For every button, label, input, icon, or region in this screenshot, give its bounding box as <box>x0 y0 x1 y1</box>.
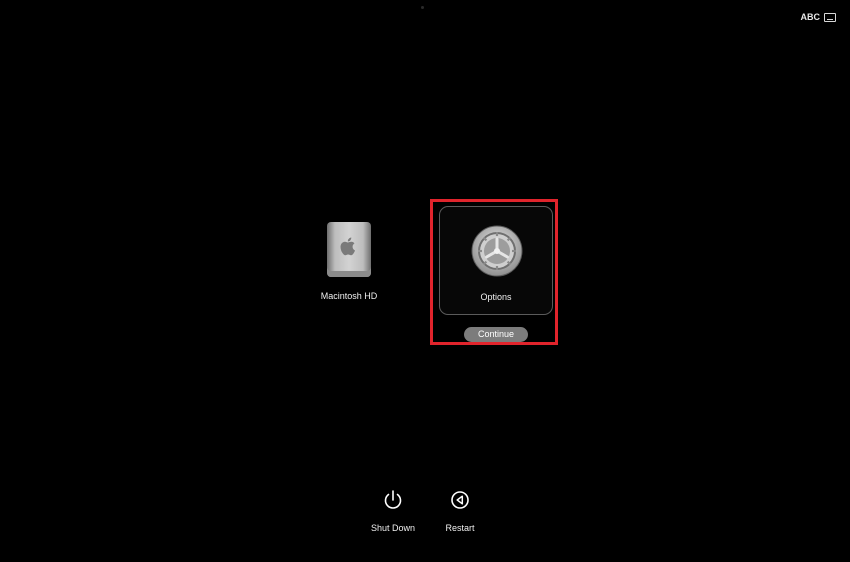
options-label: Options <box>480 292 512 302</box>
volume-macintosh-hd[interactable]: Macintosh HD <box>320 222 378 301</box>
restart-label: Restart <box>445 523 475 533</box>
camera-dot <box>421 6 424 9</box>
options-tile[interactable]: Options <box>439 206 553 315</box>
startup-options-screen: ABC Macintosh HD Options Continue Shut D… <box>0 0 850 562</box>
hard-disk-icon <box>327 222 371 277</box>
input-source-label: ABC <box>800 12 821 22</box>
input-source-menu[interactable]: ABC <box>800 12 836 22</box>
apple-logo-icon <box>340 237 355 256</box>
power-icon <box>384 490 402 509</box>
shut-down-button[interactable]: Shut Down <box>363 489 423 533</box>
volume-label: Macintosh HD <box>320 291 378 301</box>
continue-button[interactable]: Continue <box>464 327 528 342</box>
shut-down-label: Shut Down <box>370 523 416 533</box>
gear-icon <box>471 225 523 277</box>
keyboard-icon <box>824 12 836 22</box>
restart-icon <box>451 491 469 509</box>
restart-button[interactable]: Restart <box>430 489 490 533</box>
